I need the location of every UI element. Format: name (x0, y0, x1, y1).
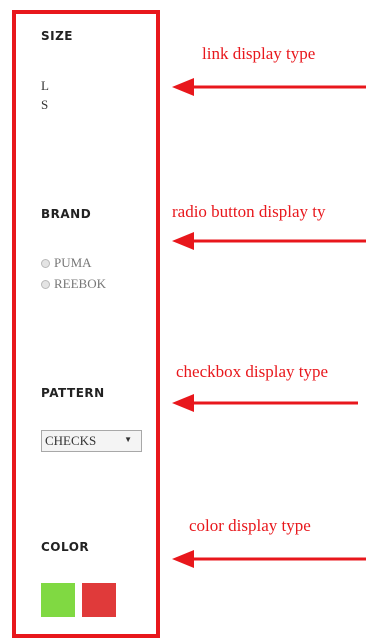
arrow-icon-color (172, 550, 366, 568)
arrow-icon-checkbox (172, 394, 358, 412)
filter-sidebar-annotated: SIZE L S BRAND PUMA REEBOK PATTERN CHECK… (0, 0, 368, 639)
arrow-icon-link (172, 78, 366, 96)
annotation-arrows (172, 78, 366, 568)
arrow-icon-radio (172, 232, 366, 250)
